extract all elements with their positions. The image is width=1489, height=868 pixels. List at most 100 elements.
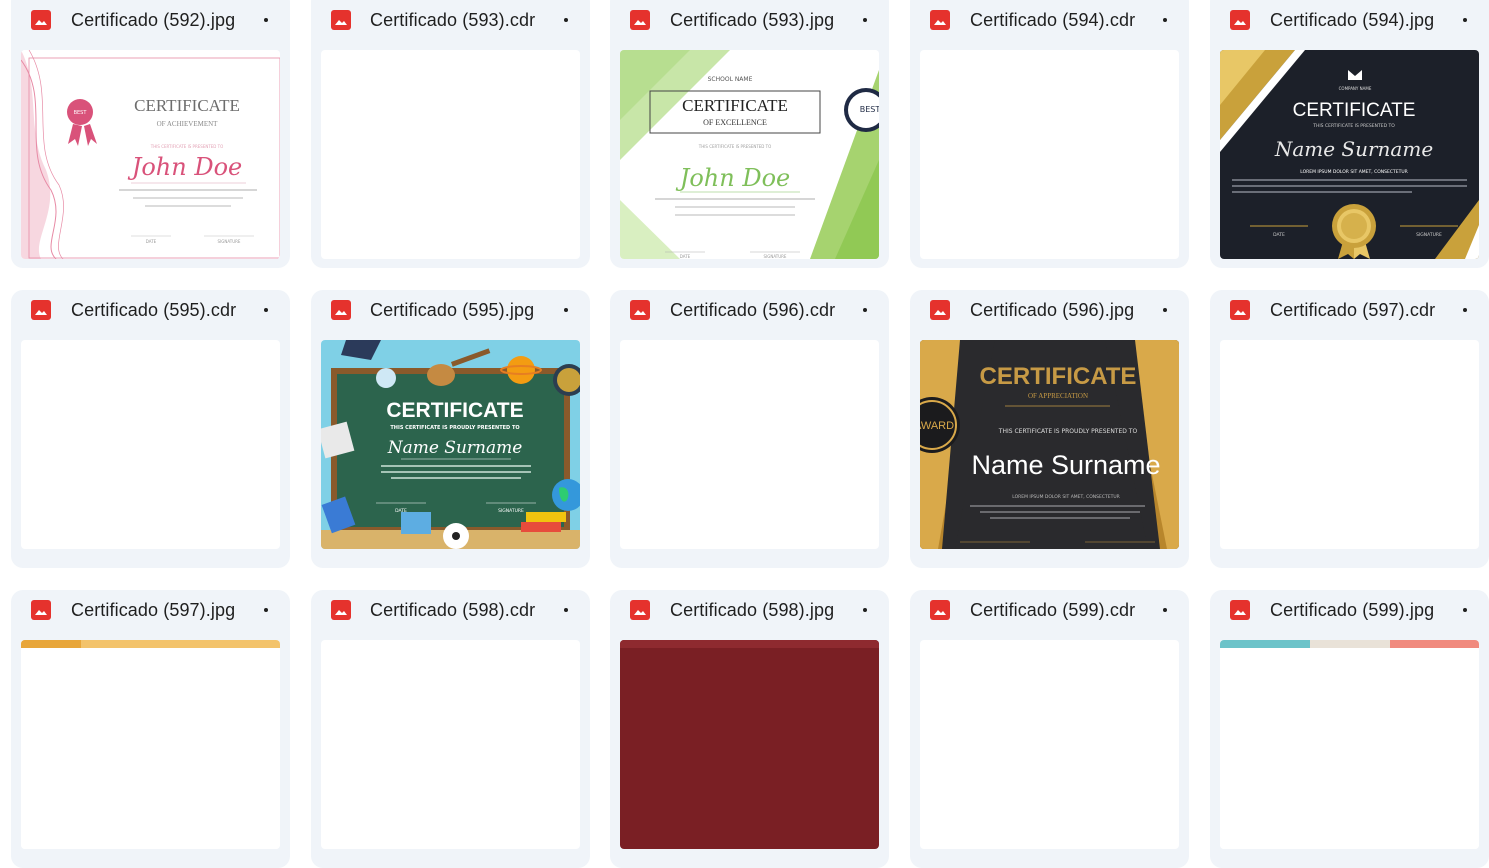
more-actions-icon[interactable] [252,4,280,36]
more-actions-icon[interactable] [252,294,280,326]
file-card[interactable]: Certificado (595).cdr [11,290,290,568]
more-actions-icon[interactable] [1151,594,1179,626]
file-name: Certificado (597).cdr [1270,300,1436,320]
file-card-header: Certificado (599).jpg [1210,590,1489,630]
file-name: Certificado (598).jpg [670,600,835,620]
file-name: Certificado (593).jpg [670,10,835,30]
more-actions-icon[interactable] [552,294,580,326]
thumb-signature: SIGNATURE [218,239,241,244]
image-file-icon [1230,600,1250,620]
file-thumbnail[interactable] [620,640,879,849]
thumb-date: DATE [680,254,691,259]
file-thumbnail-blank[interactable] [920,640,1179,849]
thumb-lorem: LOREM IPSUM DOLOR SIT AMET, CONSECTETUR [1012,494,1120,500]
file-thumbnail-blank[interactable] [321,50,580,259]
image-file-icon [331,600,351,620]
thumb-recipient: John Doe [127,153,243,181]
image-file-icon [930,600,950,620]
file-name: Certificado (598).cdr [370,600,536,620]
thumb-presented: THIS CERTIFICATE IS PROUDLY PRESENTED TO [390,425,519,431]
file-card[interactable]: Certificado (593).jpg SCHOOL NAME CERTIF… [610,0,889,268]
thumb-signature: SIGNATURE [1416,232,1442,238]
file-card[interactable]: Certificado (594).jpg COMPANY NAME CERTI… [1210,0,1489,268]
thumb-date: DATE [1273,232,1285,238]
thumb-presented: THIS CERTIFICATE IS PRESENTED TO [698,144,772,149]
file-card-header: Certificado (592).jpg [11,0,290,40]
file-card[interactable]: Certificado (599).jpg [1210,590,1489,868]
badge-text: BEST [74,110,88,116]
file-card-header: Certificado (596).cdr [610,290,889,330]
more-actions-icon[interactable] [1151,294,1179,326]
file-card[interactable]: Certificado (597).cdr [1210,290,1489,568]
file-card[interactable]: Certificado (593).cdr [311,0,590,268]
more-actions-icon[interactable] [1451,4,1479,36]
image-file-icon [31,300,51,320]
file-card-header: Certificado (596).jpg [910,290,1189,330]
thumb-title: CERTIFICATE [682,96,788,115]
thumb-subtitle: OF EXCELLENCE [703,118,767,127]
file-card[interactable]: Certificado (595).jpg CERTIFICATE THIS C… [311,290,590,568]
more-actions-icon[interactable] [1151,4,1179,36]
thumb-recipient: Name Surname [1274,137,1433,161]
file-name: Certificado (596).cdr [670,300,836,320]
file-card-header: Certificado (597).cdr [1210,290,1489,330]
award-text: AWARD [920,420,954,432]
file-name: Certificado (595).cdr [71,300,237,320]
thumb-date: DATE [395,508,407,514]
more-actions-icon[interactable] [1451,594,1479,626]
file-name: Certificado (595).jpg [370,300,535,320]
file-card[interactable]: Certificado (598).jpg [610,590,889,868]
more-actions-icon[interactable] [851,294,879,326]
thumb-subtitle: OF ACHIEVEMENT [157,120,219,128]
more-actions-icon[interactable] [552,594,580,626]
file-card-header: Certificado (595).cdr [11,290,290,330]
file-thumbnail[interactable]: CERTIFICATE THIS CERTIFICATE IS PROUDLY … [321,340,580,549]
thumb-title: CERTIFICATE [1293,100,1416,121]
image-file-icon [31,10,51,30]
file-card[interactable]: Certificado (592).jpg BEST CERTIFICATE O… [11,0,290,268]
file-card[interactable]: Certificado (598).cdr [311,590,590,868]
thumb-title: CERTIFICATE [980,363,1137,390]
thumb-recipient: John Doe [675,164,791,192]
file-thumbnail-blank[interactable] [920,50,1179,259]
more-actions-icon[interactable] [552,4,580,36]
file-card-header: Certificado (598).cdr [311,590,590,630]
file-thumbnail[interactable]: AWARD CERTIFICATE OF APPRECIATION THIS C… [920,340,1179,549]
more-actions-icon[interactable] [252,594,280,626]
thumb-title: CERTIFICATE [134,96,240,115]
file-thumbnail-blank[interactable] [620,340,879,549]
thumb-recipient: Name Surname [387,438,523,458]
thumb-presented: THIS CERTIFICATE IS PROUDLY PRESENTED TO [998,428,1138,435]
file-name: Certificado (597).jpg [71,600,236,620]
file-card[interactable]: Certificado (599).cdr [910,590,1189,868]
badge-text: BEST [860,105,879,114]
file-card[interactable]: Certificado (597).jpg [11,590,290,868]
file-thumbnail-blank[interactable] [1220,340,1479,549]
file-card[interactable]: Certificado (594).cdr [910,0,1189,268]
file-thumbnail-blank[interactable] [321,640,580,849]
file-thumbnail[interactable] [21,640,280,849]
thumb-company: COMPANY NAME [1339,86,1372,91]
more-actions-icon[interactable] [851,4,879,36]
file-thumbnail[interactable]: BEST CERTIFICATE OF ACHIEVEMENT THIS CER… [21,50,280,259]
file-thumbnail[interactable]: COMPANY NAME CERTIFICATE THIS CERTIFICAT… [1220,50,1479,259]
thumb-lorem: LOREM IPSUM DOLOR SIT AMET, CONSECTETUR [1300,169,1408,175]
more-actions-icon[interactable] [1451,294,1479,326]
thumb-title: CERTIFICATE [386,399,523,422]
file-thumbnail[interactable] [1220,640,1479,849]
file-name: Certificado (599).jpg [1270,600,1435,620]
file-thumbnail-blank[interactable] [21,340,280,549]
more-actions-icon[interactable] [851,594,879,626]
file-card-header: Certificado (594).jpg [1210,0,1489,40]
file-thumbnail[interactable]: SCHOOL NAME CERTIFICATE OF EXCELLENCE BE… [620,50,879,259]
image-file-icon [930,10,950,30]
image-file-icon [630,300,650,320]
thumb-signature: SIGNATURE [498,508,524,514]
file-card[interactable]: Certificado (596).jpg AWARD CERTIFICATE … [910,290,1189,568]
file-name: Certificado (596).jpg [970,300,1135,320]
file-grid: Certificado (592).jpg BEST CERTIFICATE O… [0,0,1489,868]
file-card-header: Certificado (598).jpg [610,590,889,630]
file-card-header: Certificado (593).jpg [610,0,889,40]
file-card[interactable]: Certificado (596).cdr [610,290,889,568]
file-name: Certificado (593).cdr [370,10,536,30]
